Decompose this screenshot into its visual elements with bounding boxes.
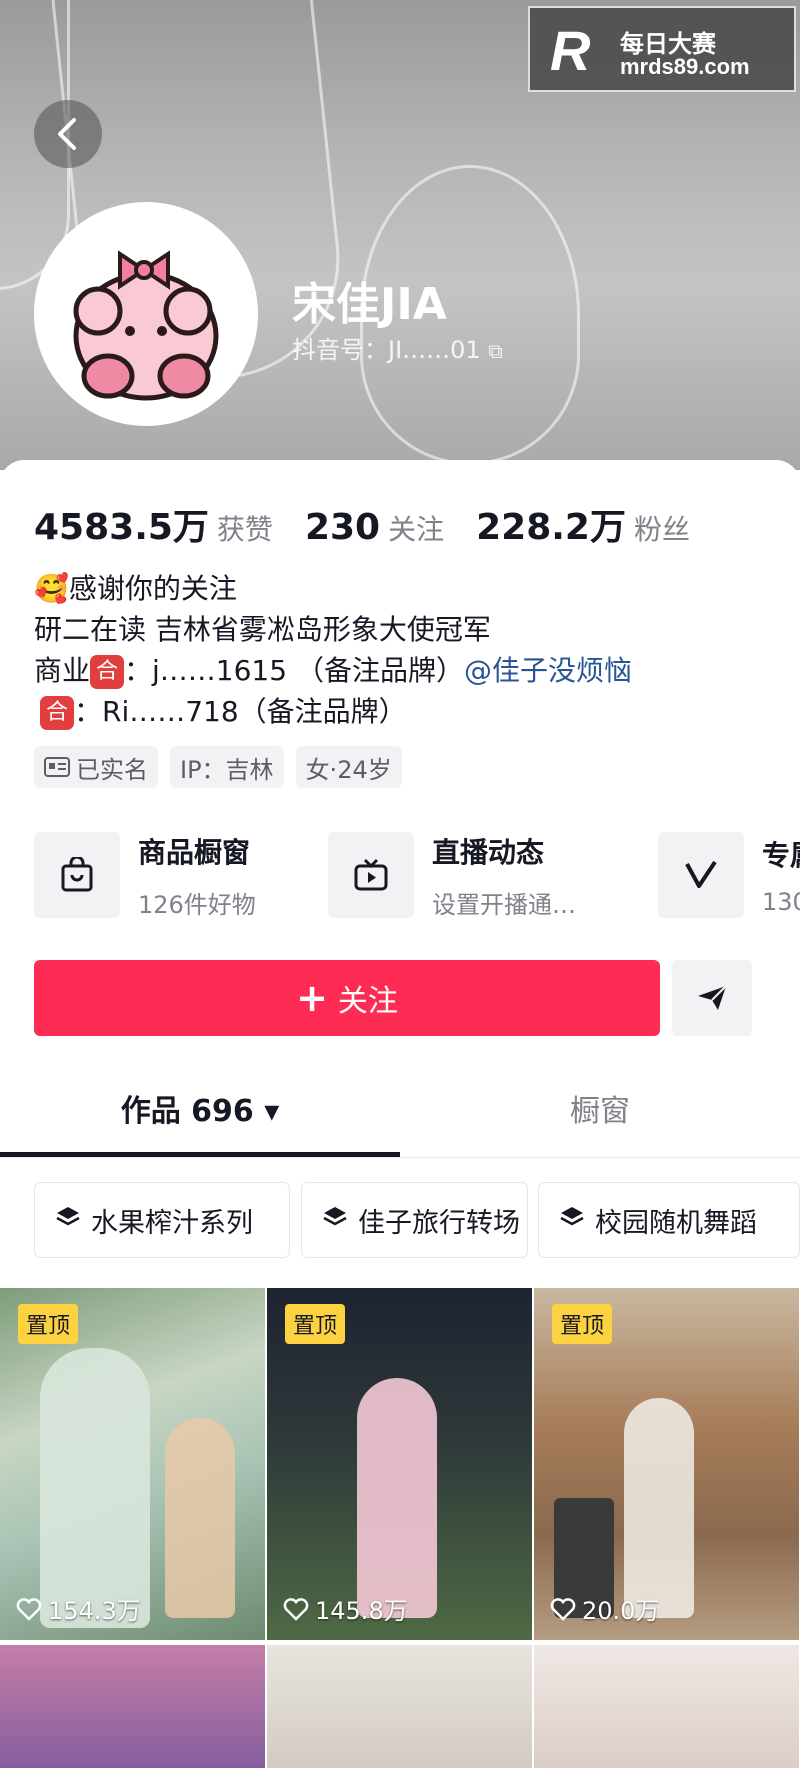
chevron-left-icon	[58, 118, 76, 150]
layers-icon	[55, 1205, 81, 1236]
stat-following-value: 230	[304, 507, 381, 548]
feature-exclusive-title: 专属	[762, 839, 800, 872]
tab-works[interactable]: 作品 696 ▾	[0, 1060, 400, 1156]
watermark: R 每日大赛 mrds89.com	[528, 6, 796, 92]
collection-chip[interactable]: 校园随机舞蹈	[538, 1182, 800, 1258]
feature-live-title: 直播动态	[432, 835, 545, 869]
feature-shop-title: 商品橱窗	[138, 835, 251, 869]
video-thumbnail[interactable]: 置顶 154.3万	[0, 1288, 265, 1640]
bio: 🥰感谢你的关注 研二在读 吉林省雾凇岛形象大使冠军 商业合：j……1615 （备…	[34, 568, 632, 732]
pinned-badge: 置顶	[552, 1304, 613, 1344]
video-thumbnail[interactable]	[534, 1645, 799, 1768]
stats-row: 4583.5万 获赞 230 关注 228.2万 粉丝	[34, 498, 690, 550]
stat-followers[interactable]: 228.2万 粉丝	[476, 498, 690, 550]
send-message-button[interactable]	[672, 960, 752, 1036]
collection-chip-label: 佳子旅行转场	[358, 1207, 520, 1239]
feature-live-subtitle: 设置开播通…	[432, 890, 576, 919]
tag-ip-label: IP：吉林	[180, 755, 274, 784]
collection-chip-label: 校园随机舞蹈	[595, 1207, 757, 1239]
pinned-badge: 置顶	[285, 1304, 346, 1344]
stat-following[interactable]: 230 关注	[305, 507, 444, 548]
bio-line: 合：Ri……718（备注品牌）	[34, 691, 632, 732]
back-button[interactable]	[34, 100, 102, 168]
stat-followers-value: 228.2万	[476, 507, 626, 548]
thumbnail-figure	[624, 1398, 694, 1618]
bio-line: 研二在读 吉林省雾凇岛形象大使冠军	[34, 613, 491, 646]
bio-contact-text: ：Ri……718（备注品牌）	[74, 695, 407, 728]
bio-mention-link[interactable]: @佳子没烦恼	[464, 654, 632, 687]
watermark-url: mrds89.com	[620, 54, 750, 79]
cooperation-badge: 合	[40, 696, 74, 730]
feature-live[interactable]: 直播动态 设置开播通…	[328, 832, 576, 919]
copy-icon[interactable]: ⧉	[488, 339, 502, 363]
heart-icon	[16, 1597, 42, 1621]
bio-line: 🥰感谢你的关注	[34, 572, 237, 605]
feature-exclusive-subtitle: 130	[762, 888, 800, 916]
shopping-bag-icon	[34, 832, 120, 918]
stat-likes-label: 获赞	[216, 513, 273, 546]
douyin-id[interactable]: 抖音号：JI……01 ⧉	[292, 330, 503, 365]
profile-card: 4583.5万 获赞 230 关注 228.2万 粉丝 🥰感谢你的关注 研二在读 吉林…	[0, 460, 800, 1768]
follow-button[interactable]: + 关注	[34, 960, 660, 1036]
feature-entries: 商品橱窗 126件好物 直播动态 设置开播通… 专属 130	[34, 832, 800, 922]
collection-chip[interactable]: 佳子旅行转场	[301, 1182, 528, 1258]
feature-exclusive[interactable]: 专属 130	[658, 832, 800, 918]
profile-tags: 已实名 IP：吉林 女·24岁	[34, 746, 402, 788]
avatar-cartoon-image	[38, 206, 254, 422]
tab-shop-window[interactable]: 橱窗	[400, 1060, 800, 1156]
bio-line: 商业合：j……1615 （备注品牌）@佳子没烦恼	[34, 650, 632, 691]
tag-gender-age: 女·24岁	[295, 746, 402, 788]
watermark-logo: R	[550, 19, 591, 82]
collection-chip[interactable]: 水果榨汁系列	[34, 1182, 290, 1258]
collection-chips: 水果榨汁系列 佳子旅行转场 校园随机舞蹈	[34, 1182, 800, 1260]
feature-shop-subtitle: 126件好物	[138, 890, 256, 919]
stat-likes[interactable]: 4583.5万 获赞	[34, 498, 273, 550]
heart-icon	[283, 1597, 309, 1621]
bio-business-label: 商业	[34, 654, 91, 687]
video-thumbnail[interactable]: 置顶 145.8万	[267, 1288, 532, 1640]
id-card-icon	[44, 757, 70, 777]
tag-ip-location: IP：吉林	[170, 746, 284, 788]
video-likes: 145.8万	[283, 1591, 408, 1626]
video-likes-count: 145.8万	[315, 1597, 408, 1625]
thumbnail-figure	[165, 1418, 235, 1618]
layers-icon	[322, 1205, 348, 1236]
thumbnail-figure	[40, 1348, 150, 1628]
tag-verified[interactable]: 已实名	[34, 746, 158, 788]
avatar[interactable]	[34, 202, 258, 426]
douyin-id-text: 抖音号：JI……01	[292, 336, 481, 364]
active-tab-indicator	[0, 1152, 400, 1157]
video-likes: 20.0万	[550, 1591, 659, 1626]
layers-icon	[559, 1205, 585, 1236]
tv-icon	[328, 832, 414, 918]
v-icon	[658, 832, 744, 918]
bio-contact-text: ：j……1615 （备注品牌）	[124, 654, 464, 687]
profile-nickname: 宋佳JIA	[292, 279, 447, 330]
tag-verified-label: 已实名	[76, 755, 148, 784]
content-tabs: 作品 696 ▾ 橱窗	[0, 1060, 800, 1158]
video-thumbnail[interactable]	[0, 1645, 265, 1768]
feature-shop-window[interactable]: 商品橱窗 126件好物	[34, 832, 256, 919]
video-thumbnail[interactable]	[267, 1645, 532, 1768]
stat-following-label: 关注	[388, 513, 445, 546]
video-likes-count: 154.3万	[48, 1597, 141, 1625]
cooperation-badge: 合	[90, 655, 125, 689]
pinned-badge: 置顶	[18, 1304, 79, 1344]
collection-chip-label: 水果榨汁系列	[91, 1207, 253, 1239]
follow-button-label: 关注	[337, 984, 398, 1019]
stat-likes-value: 4583.5万	[34, 507, 209, 548]
heart-icon	[550, 1597, 576, 1621]
stat-followers-label: 粉丝	[633, 513, 690, 546]
thumbnail-figure	[357, 1378, 437, 1618]
tag-gender-age-label: 女·24岁	[305, 755, 392, 784]
paper-plane-icon	[698, 985, 727, 1010]
video-likes-count: 20.0万	[582, 1597, 660, 1625]
video-likes: 154.3万	[16, 1591, 141, 1626]
plus-icon: +	[296, 976, 328, 1020]
video-thumbnail[interactable]: 置顶 20.0万	[534, 1288, 799, 1640]
